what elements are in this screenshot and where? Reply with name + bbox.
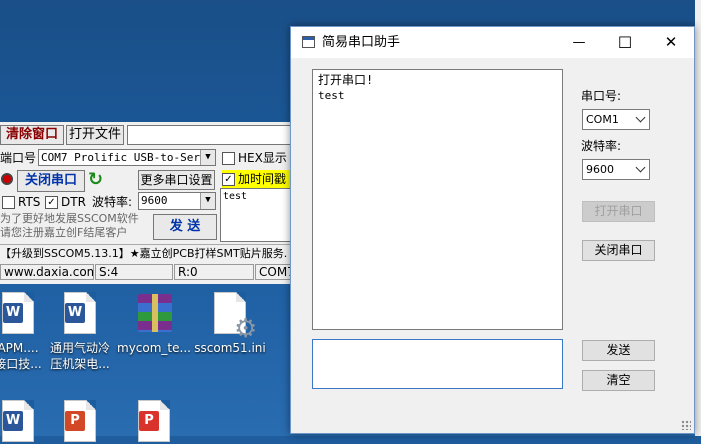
receive-line-2: test: [318, 89, 345, 102]
status-site[interactable]: www.daxia.com: [0, 264, 94, 280]
chevron-down-icon: [635, 162, 646, 173]
window-title: 简易串口助手: [322, 35, 401, 50]
desktop-icon-mycom[interactable]: mycom_te...: [114, 292, 194, 356]
clear-window-button[interactable]: 清除窗口: [0, 125, 64, 145]
port-select-value: COM1: [586, 113, 619, 126]
status-recv-count: R:0: [174, 264, 254, 280]
baud-select-value: 9600: [586, 163, 614, 176]
desktop-icon-sscom-ini[interactable]: ⚙ sscom51.ini: [190, 292, 270, 356]
record-icon: [1, 173, 13, 185]
open-port-button[interactable]: 打开串口: [582, 201, 655, 222]
chevron-down-icon: ▼: [200, 193, 215, 209]
port-select[interactable]: COM7 Prolific USB-to-Seria ▼: [38, 149, 216, 166]
receive-textbox[interactable]: 打开串口! test: [312, 69, 563, 330]
close-port-button[interactable]: 关闭串口: [17, 170, 85, 192]
desktop-icon-label: mycom_te...: [117, 341, 191, 355]
checkbox-checked: ✓: [45, 196, 58, 209]
desktop-icon-word-doc[interactable]: W 通用气动冷 压机架电...: [40, 292, 120, 372]
hex-display-label: HEX显示: [238, 151, 287, 165]
gear-icon: ⚙: [234, 314, 258, 344]
baud-select[interactable]: 9600 ▼: [138, 192, 216, 210]
desktop-icon-pdf[interactable]: P: [114, 400, 194, 444]
dtr-checkbox[interactable]: ✓ DTR: [45, 194, 86, 210]
refresh-icon: ↻: [88, 169, 104, 190]
promo-line-2: 请您注册嘉立创F结尾客户: [0, 226, 128, 239]
baud-label: 波特率:: [581, 139, 622, 153]
desktop-icon-label: 通用气动冷: [49, 341, 110, 355]
send-textbox[interactable]: [312, 339, 563, 389]
word-doc-icon: W: [64, 292, 96, 334]
baud-select[interactable]: 9600: [582, 159, 650, 180]
send-input[interactable]: test: [220, 188, 300, 242]
promo-line-1: 为了更好地发展SSCOM软件: [0, 212, 139, 225]
background-window-edge: [695, 0, 701, 436]
chevron-down-icon: ▼: [200, 150, 215, 165]
port-select[interactable]: COM1: [582, 109, 650, 130]
maximize-button[interactable]: ☐: [602, 27, 648, 58]
baud-select-value: 9600: [141, 194, 168, 207]
port-select-value: COM7 Prolific USB-to-Seria: [41, 151, 214, 164]
app-window-icon: [302, 36, 315, 48]
status-sent-count: S:4: [95, 264, 173, 280]
more-settings-button[interactable]: 更多串口设置: [138, 170, 215, 190]
title-bar[interactable]: 简易串口助手 — ☐ ✕: [291, 27, 694, 58]
chevron-down-icon: [635, 112, 646, 123]
timestamp-checkbox[interactable]: ✓ 加时间戳: [222, 170, 300, 188]
receive-line-1: 打开串口!: [318, 73, 374, 87]
desktop-icon-label: sscom51.ini: [194, 341, 266, 355]
clear-button[interactable]: 清空: [582, 370, 655, 391]
close-button[interactable]: ✕: [648, 27, 694, 58]
file-path-field[interactable]: [127, 125, 300, 145]
baud-label: 波特率:: [92, 195, 133, 209]
rts-checkbox[interactable]: RTS: [2, 194, 40, 210]
dtr-label: DTR: [61, 195, 86, 209]
send-button[interactable]: 发 送: [153, 214, 217, 240]
resize-grip[interactable]: [681, 420, 691, 430]
close-port-button[interactable]: 关闭串口: [582, 240, 655, 261]
hex-display-checkbox[interactable]: HEX显示: [222, 150, 287, 166]
sscom-window: 清除窗口 打开文件 端口号 COM7 Prolific USB-to-Seria…: [0, 122, 300, 284]
winrar-icon: [138, 294, 172, 332]
serial-assistant-window: 简易串口助手 — ☐ ✕ 打开串口! test 串口号: COM1 波特率: 9…: [290, 26, 695, 434]
open-file-button[interactable]: 打开文件: [66, 125, 124, 145]
send-button[interactable]: 发送: [582, 340, 655, 361]
port-label: 串口号:: [581, 89, 622, 103]
desktop-icon-ppt[interactable]: P: [40, 400, 120, 444]
checkbox-checked: ✓: [222, 173, 235, 186]
send-input-text: test: [223, 191, 248, 202]
port-label: 端口号: [0, 151, 37, 165]
checkbox-box: [222, 152, 235, 165]
ticker-text: 【升级到SSCOM5.13.1】★嘉立创PCB打样SMT贴片服务.: [0, 244, 300, 263]
rts-label: RTS: [18, 195, 41, 209]
minimize-button[interactable]: —: [556, 27, 602, 58]
checkbox-box: [2, 196, 15, 209]
word-doc-icon: W: [2, 292, 34, 334]
desktop-icon-label: 压机架电...: [50, 357, 110, 371]
timestamp-label: 加时间戳: [238, 172, 287, 186]
